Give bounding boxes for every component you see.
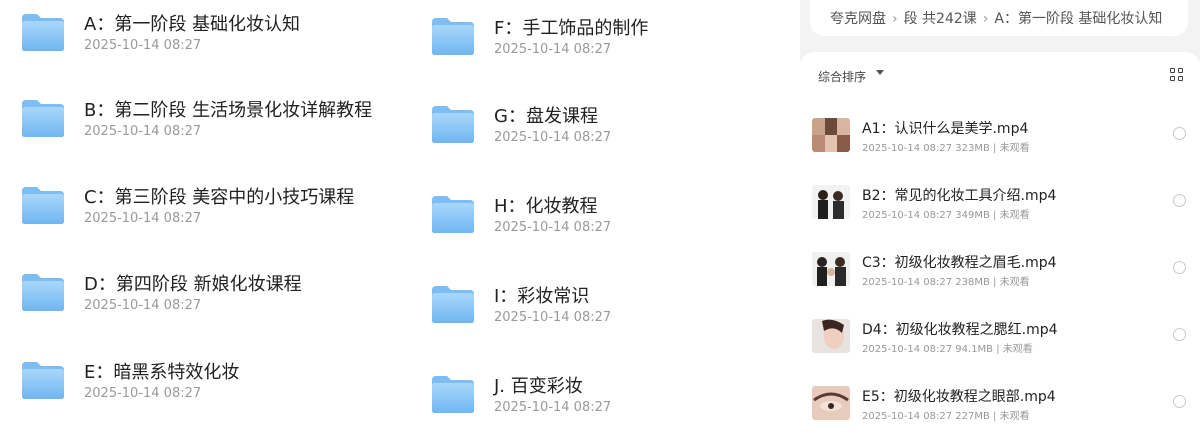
folder-date: 2025-10-14 08:27 (84, 386, 202, 401)
select-radio[interactable] (1173, 194, 1186, 207)
folder-title: J. 百变彩妆 (494, 376, 583, 397)
folder-date: 2025-10-14 08:27 (494, 220, 612, 235)
video-thumbnail (812, 386, 850, 420)
chevron-right-icon: › (982, 11, 989, 27)
file-meta: 2025-10-14 08:27 323MB | 未观看 (862, 143, 1030, 154)
folder-icon (20, 98, 66, 138)
folder-item[interactable]: H：化妆教程 2025-10-14 08:27 (430, 194, 810, 254)
folder-title: C：第三阶段 美容中的小技巧课程 (84, 187, 355, 208)
folder-date: 2025-10-14 08:27 (494, 42, 612, 57)
folder-date: 2025-10-14 08:27 (84, 211, 202, 226)
folder-date: 2025-10-14 08:27 (494, 130, 612, 145)
folder-item[interactable]: J. 百变彩妆 2025-10-14 08:27 (430, 374, 810, 434)
caret-down-icon[interactable] (876, 70, 884, 75)
folder-title: F：手工饰品的制作 (494, 18, 649, 39)
folder-icon (20, 185, 66, 225)
folder-icon (430, 374, 476, 414)
folder-title: G：盘发课程 (494, 106, 598, 127)
video-thumbnail (812, 319, 850, 353)
folder-icon (20, 272, 66, 312)
folder-item[interactable]: F：手工饰品的制作 2025-10-14 08:27 (430, 16, 810, 76)
video-thumbnail (812, 185, 850, 219)
file-title: E5：初级化妆教程之眼部.mp4 (862, 389, 1056, 405)
file-meta: 2025-10-14 08:27 238MB | 未观看 (862, 277, 1030, 288)
folder-title: B：第二阶段 生活场景化妆详解教程 (84, 100, 373, 121)
folder-item[interactable]: E：暗黑系特效化妆 2025-10-14 08:27 (20, 360, 400, 420)
file-meta: 2025-10-14 08:27 349MB | 未观看 (862, 210, 1030, 221)
file-list: 综合排序 A1：认识什么是美学.mp4 2025-10-14 08:27 323… (800, 52, 1200, 422)
file-meta: 2025-10-14 08:27 94.1MB | 未观看 (862, 344, 1033, 355)
folder-title: I：彩妆常识 (494, 286, 590, 307)
folder-item[interactable]: A：第一阶段 基础化妆认知 2025-10-14 08:27 (20, 12, 400, 72)
video-thumbnail (812, 252, 850, 286)
breadcrumb: 夸克网盘 › 段 共242课 › A：第一阶段 基础化妆认知 (810, 0, 1188, 36)
breadcrumb-root[interactable]: 夸克网盘 (830, 11, 886, 27)
folder-date: 2025-10-14 08:27 (84, 124, 202, 139)
file-item[interactable]: E5：初级化妆教程之眼部.mp4 2025-10-14 08:27 227MB … (812, 386, 1188, 436)
folder-icon (430, 104, 476, 144)
file-title: C3：初级化妆教程之眉毛.mp4 (862, 255, 1057, 271)
sort-dropdown[interactable]: 综合排序 (818, 68, 866, 85)
select-radio[interactable] (1173, 328, 1186, 341)
folder-icon (430, 16, 476, 56)
folder-title: A：第一阶段 基础化妆认知 (84, 14, 301, 35)
file-item[interactable]: D4：初级化妆教程之腮红.mp4 2025-10-14 08:27 94.1MB… (812, 319, 1188, 369)
folder-date: 2025-10-14 08:27 (84, 298, 202, 313)
file-title: D4：初级化妆教程之腮红.mp4 (862, 322, 1058, 338)
folder-date: 2025-10-14 08:27 (494, 310, 612, 325)
folder-item[interactable]: I：彩妆常识 2025-10-14 08:27 (430, 284, 810, 344)
select-radio[interactable] (1173, 395, 1186, 408)
breadcrumb-parent[interactable]: 段 共242课 (904, 11, 977, 27)
file-item[interactable]: A1：认识什么是美学.mp4 2025-10-14 08:27 323MB | … (812, 118, 1188, 168)
folder-list-left: A：第一阶段 基础化妆认知 2025-10-14 08:27 B：第二阶段 生活… (0, 0, 410, 413)
select-radio[interactable] (1173, 127, 1186, 140)
file-item[interactable]: C3：初级化妆教程之眉毛.mp4 2025-10-14 08:27 238MB … (812, 252, 1188, 302)
folder-list-middle: F：手工饰品的制作 2025-10-14 08:27 G：盘发课程 2025-1… (410, 0, 800, 415)
file-meta: 2025-10-14 08:27 227MB | 未观看 (862, 411, 1030, 422)
folder-title: H：化妆教程 (494, 196, 598, 217)
folder-icon (20, 360, 66, 400)
file-title: A1：认识什么是美学.mp4 (862, 121, 1029, 137)
folder-title: D：第四阶段 新娘化妆课程 (84, 274, 302, 295)
folder-item[interactable]: G：盘发课程 2025-10-14 08:27 (430, 104, 810, 164)
file-item[interactable]: B2：常见的化妆工具介绍.mp4 2025-10-14 08:27 349MB … (812, 185, 1188, 235)
folder-date: 2025-10-14 08:27 (84, 38, 202, 53)
folder-item[interactable]: C：第三阶段 美容中的小技巧课程 2025-10-14 08:27 (20, 185, 400, 245)
folder-icon (430, 194, 476, 234)
chevron-right-icon: › (892, 11, 898, 27)
video-thumbnail (812, 118, 850, 152)
folder-icon (430, 284, 476, 324)
folder-item[interactable]: D：第四阶段 新娘化妆课程 2025-10-14 08:27 (20, 272, 400, 332)
file-title: B2：常见的化妆工具介绍.mp4 (862, 188, 1057, 204)
select-radio[interactable] (1173, 261, 1186, 274)
grid-view-icon[interactable] (1170, 68, 1184, 82)
folder-icon (20, 12, 66, 52)
folder-item[interactable]: B：第二阶段 生活场景化妆详解教程 2025-10-14 08:27 (20, 98, 400, 158)
breadcrumb-current: A：第一阶段 基础化妆认知 (994, 11, 1163, 27)
folder-title: E：暗黑系特效化妆 (84, 362, 240, 383)
